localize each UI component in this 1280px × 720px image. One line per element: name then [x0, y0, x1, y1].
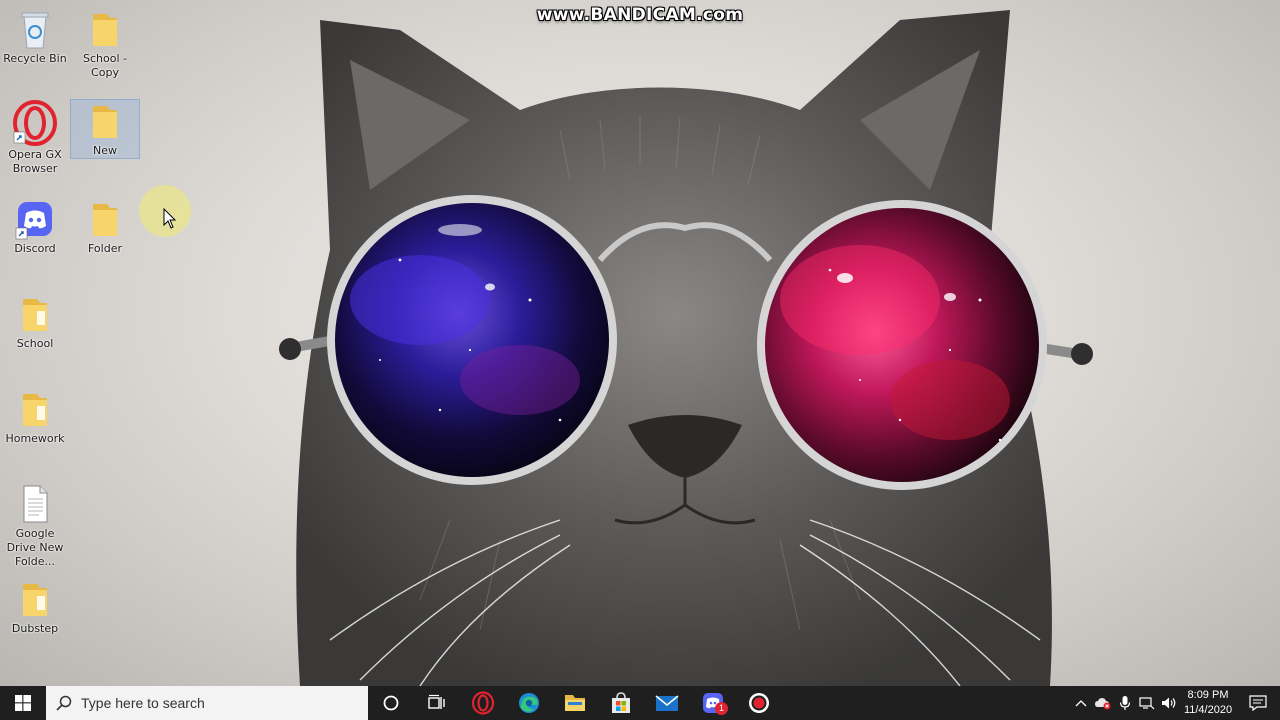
speaker-icon	[1162, 697, 1176, 709]
bandicam-watermark: www.BANDICAM.com	[536, 5, 744, 25]
file-explorer-icon	[565, 695, 585, 711]
microsoft-store-icon	[612, 692, 630, 713]
task-view-icon	[428, 694, 445, 709]
desktop-icon-label: Recycle Bin	[3, 52, 67, 65]
taskbar-file-explorer[interactable]	[552, 686, 598, 720]
tray-onedrive[interactable]	[1092, 686, 1114, 720]
start-button[interactable]	[0, 686, 46, 720]
taskbar-search-box[interactable]: Type here to search	[46, 686, 368, 720]
taskbar-discord[interactable]: 1	[690, 686, 736, 720]
taskbar: Type here to search 1 8:09 PM 11/4/2020	[0, 686, 1280, 720]
clock-date: 11/4/2020	[1183, 704, 1233, 716]
mail-icon	[655, 695, 679, 711]
taskbar-edge[interactable]	[506, 686, 552, 720]
recycle-bin-icon	[21, 12, 49, 49]
desktop-icon-school-copy[interactable]: School - Copy	[71, 8, 139, 80]
discord-notification-badge: 1	[715, 702, 728, 715]
cortana-button[interactable]	[368, 686, 414, 720]
mouse-cursor-icon	[163, 208, 177, 229]
system-tray: 8:09 PM 11/4/2020	[1070, 686, 1280, 720]
show-hidden-icons-button[interactable]	[1070, 686, 1092, 720]
task-view-button[interactable]	[414, 686, 460, 720]
microphone-icon	[1119, 696, 1131, 710]
desktop-icon-label: Folder	[88, 242, 122, 255]
folder-icon	[93, 14, 117, 46]
taskbar-bandicam[interactable]	[736, 686, 782, 720]
desktop-icon-new[interactable]: New	[70, 99, 140, 159]
folder-icon	[23, 584, 47, 616]
opera-gx-icon	[13, 100, 57, 146]
desktop-icon-label: School - Copy	[83, 52, 127, 79]
bandicam-record-icon	[749, 693, 769, 713]
taskbar-mail[interactable]	[644, 686, 690, 720]
desktop-icon-dubstep[interactable]: Dubstep	[1, 578, 69, 636]
folder-icon	[23, 299, 47, 331]
desktop-icon-homework[interactable]: Homework	[1, 388, 69, 446]
desktop-icon-recycle-bin[interactable]: Recycle Bin	[1, 8, 69, 66]
desktop-icon-label: Homework	[5, 432, 65, 445]
tray-volume[interactable]	[1158, 686, 1180, 720]
folder-icon	[93, 204, 117, 236]
discord-icon	[15, 202, 52, 240]
cloud-error-icon	[1095, 698, 1111, 710]
wallpaper-cat-image	[279, 10, 1093, 686]
desktop-icon-label: Dubstep	[11, 622, 59, 635]
edge-icon	[519, 693, 539, 713]
desktop-icon-label: Discord	[14, 242, 56, 255]
desktop-icon-school[interactable]: School	[1, 293, 69, 351]
action-center-button[interactable]	[1236, 686, 1280, 720]
tray-microphone[interactable]	[1114, 686, 1136, 720]
clock-time: 8:09 PM	[1187, 689, 1229, 701]
notification-icon	[1249, 695, 1267, 711]
taskbar-clock[interactable]: 8:09 PM 11/4/2020	[1180, 688, 1236, 718]
opera-gx-icon	[471, 691, 495, 715]
search-icon	[56, 695, 72, 711]
desktop-icon-folder[interactable]: Folder	[71, 198, 139, 256]
desktop-icon-label: Opera GX Browser	[8, 148, 62, 175]
taskbar-microsoft-store[interactable]	[598, 686, 644, 720]
windows-logo-icon	[15, 695, 31, 711]
taskbar-opera-gx[interactable]	[460, 686, 506, 720]
desktop-icon-google-drive[interactable]: Google Drive New Folde...	[1, 483, 69, 569]
cortana-icon	[383, 695, 399, 711]
desktop-icon-discord[interactable]: Discord	[1, 198, 69, 256]
desktop-icon-label: Google Drive New Folde...	[6, 527, 64, 568]
folder-icon	[23, 394, 47, 426]
search-placeholder: Type here to search	[81, 695, 205, 711]
folder-icon	[93, 106, 117, 138]
tray-network[interactable]	[1136, 686, 1158, 720]
network-icon	[1139, 697, 1155, 710]
desktop-icon-label: New	[93, 144, 117, 157]
desktop-icon-opera-gx[interactable]: Opera GX Browser	[1, 100, 69, 176]
document-icon	[23, 485, 48, 523]
desktop[interactable]: www.BANDICAM.com Recycle Bin School - Co…	[0, 0, 1280, 686]
chevron-up-icon	[1075, 700, 1087, 707]
desktop-icon-label: School	[16, 337, 54, 350]
